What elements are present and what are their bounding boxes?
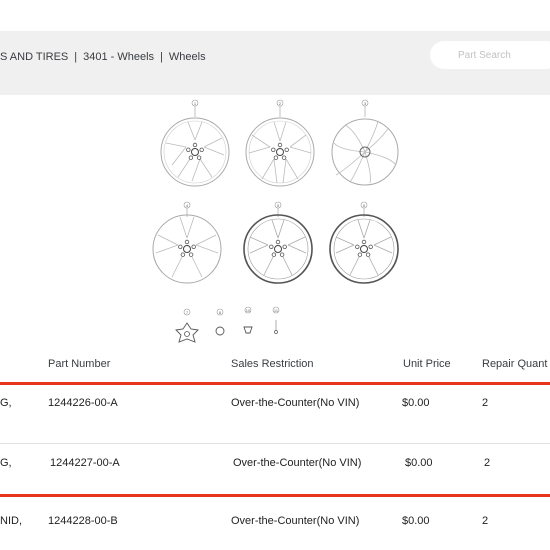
selected-row-border-bottom [0,494,550,497]
callout-7: 7 [186,310,189,315]
row-sales-restriction: Over-the-Counter(No VIN) [231,397,360,409]
breadcrumb-group[interactable]: 3401 - Wheels [83,51,154,63]
row-part-number[interactable]: 1244226-00-A [48,397,118,409]
column-repair-quantity[interactable]: Repair Quant [482,358,547,370]
part-8-lug-nut-icon[interactable]: 8 [215,308,225,336]
wheel-2[interactable]: 2 [245,99,315,187]
wheel-1[interactable]: 1 [160,99,230,187]
callout-5: 5 [277,203,280,208]
selected-row-border-top [0,382,550,385]
table-row[interactable]: G, 1244226-00-A Over-the-Counter(No VIN)… [0,397,550,413]
breadcrumb: S AND TIRES | 3401 - Wheels | Wheels [0,50,206,64]
row-part-number[interactable]: 1244227-00-A [50,457,120,469]
row-sales-restriction: Over-the-Counter(No VIN) [231,515,360,527]
row-repair-quantity: 2 [482,397,489,409]
row-part-number[interactable]: 1244228-00-B [48,515,118,527]
part-7-center-cap-icon[interactable]: 7 [175,308,199,343]
row-description: G, [0,457,12,469]
part-10-valve-cap-icon[interactable]: 10 [243,306,253,334]
table-row[interactable]: NID, 1244228-00-B Over-the-Counter(No VI… [0,515,550,531]
part-search-input[interactable] [430,41,550,69]
breadcrumb-section[interactable]: Wheels [169,51,206,63]
breadcrumb-separator: | [74,51,78,63]
row-description: NID, [0,515,22,527]
part-11-valve-stem-icon[interactable]: 11 [272,306,280,334]
callout-6: 6 [363,203,366,208]
column-sales-restriction[interactable]: Sales Restriction [231,358,314,370]
breadcrumb-category[interactable]: S AND TIRES [0,51,68,63]
wheel-3[interactable]: 3 [331,99,399,186]
callout-2: 2 [279,101,282,106]
column-unit-price[interactable]: Unit Price [403,358,451,370]
row-unit-price: $0.00 [405,457,433,469]
parts-diagram: 1 2 3 4 5 6 7 8 10 11 [152,99,399,343]
row-divider [0,443,550,444]
wheel-6[interactable]: 6 [329,201,399,284]
row-repair-quantity: 2 [484,457,491,469]
callout-8: 8 [219,310,222,315]
wheel-5[interactable]: 5 [243,201,313,284]
callout-1: 1 [194,101,197,106]
breadcrumb-separator: | [160,51,163,63]
callout-4: 4 [186,203,189,208]
callout-3: 3 [364,101,367,106]
table-row[interactable]: G, 1244227-00-A Over-the-Counter(No VIN)… [0,457,550,473]
row-unit-price: $0.00 [402,397,430,409]
callout-10: 10 [246,308,251,313]
row-description: G, [0,397,12,409]
row-sales-restriction: Over-the-Counter(No VIN) [233,457,362,469]
wheel-4[interactable]: 4 [152,201,222,284]
parts-table-header: Part Number Sales Restriction Unit Price… [0,358,550,374]
column-part-number[interactable]: Part Number [48,358,110,370]
row-unit-price: $0.00 [402,515,430,527]
row-repair-quantity: 2 [482,515,489,527]
